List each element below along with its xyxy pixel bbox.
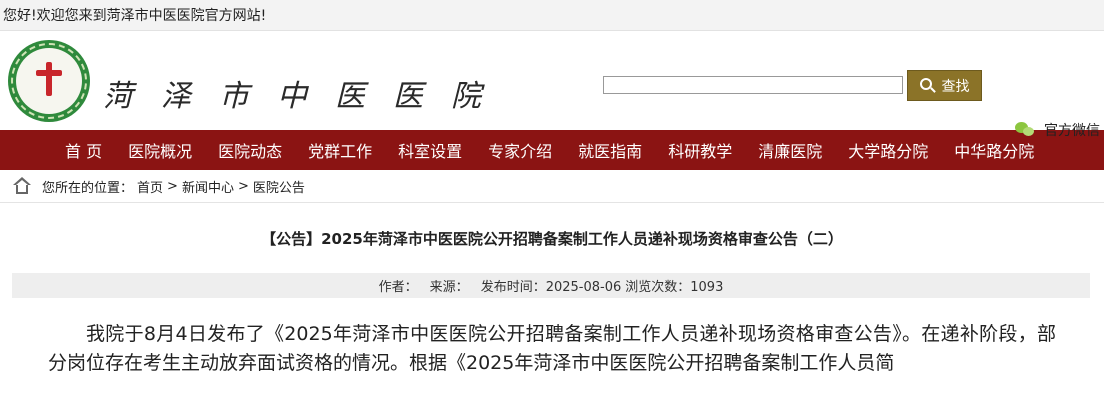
- nav-item-zhonghualu-branch[interactable]: 中华路分院: [941, 138, 1047, 162]
- search-icon: [919, 77, 936, 94]
- meta-source: 来源：: [429, 280, 469, 295]
- article-meta: 作者： 来源： 发布时间：2025-08-06 浏览次数：1093: [12, 273, 1090, 298]
- meta-author: 作者：: [378, 280, 418, 295]
- nav-item-research[interactable]: 科研教学: [655, 138, 745, 162]
- nav-item-integrity[interactable]: 清廉医院: [745, 138, 835, 162]
- nav-item-party[interactable]: 党群工作: [295, 138, 385, 162]
- breadcrumb-separator: >: [167, 178, 178, 194]
- nav-item-home[interactable]: 首 页: [52, 138, 115, 162]
- nav-item-departments[interactable]: 科室设置: [385, 138, 475, 162]
- wechat-label: 官方微信: [1044, 123, 1100, 139]
- main-nav: 首 页 医院概况 医院动态 党群工作 科室设置 专家介绍 就医指南 科研教学 清…: [0, 130, 1104, 170]
- nav-item-daxuelu-branch[interactable]: 大学路分院: [835, 138, 941, 162]
- home-icon: [12, 177, 32, 195]
- search-button-label: 查找: [941, 78, 970, 95]
- breadcrumb-home[interactable]: 首页: [137, 177, 163, 196]
- welcome-text: 您好!欢迎您来到菏泽市中医医院官方网站!: [3, 8, 267, 24]
- breadcrumb-announcements[interactable]: 医院公告: [253, 177, 305, 196]
- red-cross-icon: [36, 62, 62, 96]
- search-input[interactable]: [603, 76, 903, 94]
- site-header: 菏泽市中医医院 查找 官方微信: [0, 31, 1104, 139]
- article-paragraph: 我院于8月4日发布了《2025年菏泽市中医医院公开招聘备案制工作人员递补现场资格…: [48, 323, 1056, 374]
- hospital-logo-icon[interactable]: [8, 40, 90, 122]
- hospital-name: 菏泽市中医医院: [103, 79, 509, 114]
- nav-item-guide[interactable]: 就医指南: [565, 138, 655, 162]
- breadcrumb-prefix: 您所在的位置：: [42, 180, 134, 196]
- breadcrumb: 您所在的位置： 首页 > 新闻中心 > 医院公告: [0, 170, 1104, 203]
- article-title: 【公告】2025年菏泽市中医医院公开招聘备案制工作人员递补现场资格审查公告（二）: [261, 230, 843, 248]
- meta-views: 浏览次数：1093: [625, 280, 724, 295]
- nav-item-about[interactable]: 医院概况: [115, 138, 205, 162]
- nav-item-experts[interactable]: 专家介绍: [475, 138, 565, 162]
- wechat-link[interactable]: 官方微信: [1015, 120, 1100, 140]
- nav-item-news[interactable]: 医院动态: [205, 138, 295, 162]
- search-button[interactable]: 查找: [907, 70, 982, 101]
- wechat-icon: [1015, 122, 1035, 138]
- breadcrumb-news-center[interactable]: 新闻中心: [182, 177, 234, 196]
- top-welcome-bar: 您好!欢迎您来到菏泽市中医医院官方网站!: [0, 0, 1104, 31]
- meta-date: 发布时间：2025-08-06: [480, 280, 622, 295]
- breadcrumb-separator: >: [237, 178, 249, 194]
